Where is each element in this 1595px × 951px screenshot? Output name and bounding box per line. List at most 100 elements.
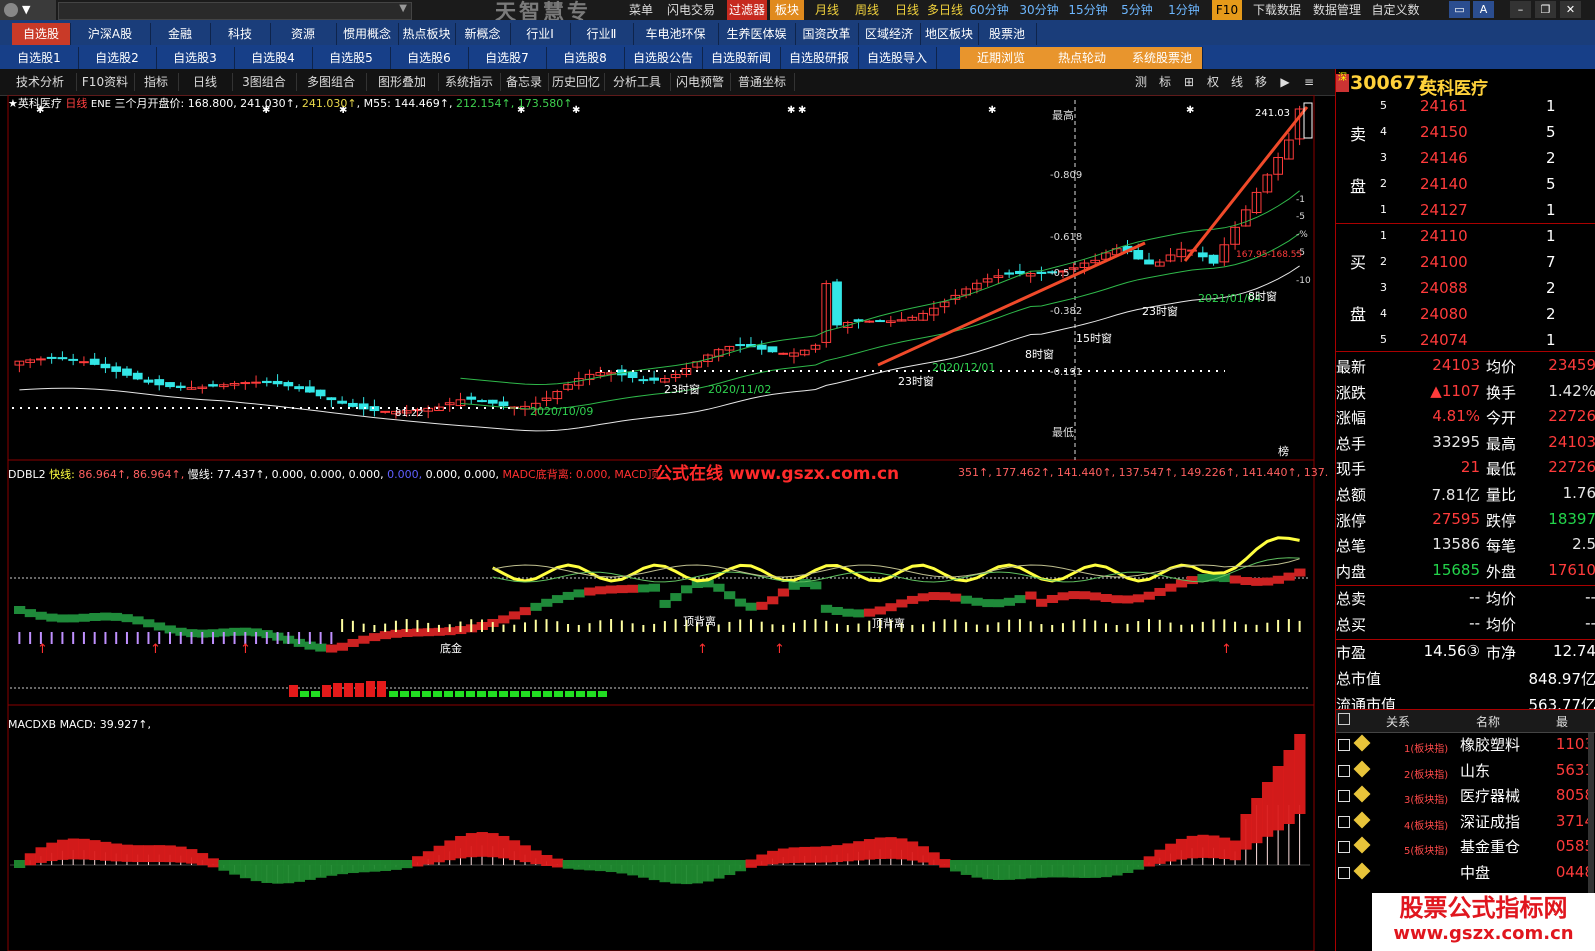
toolbar-item-10[interactable]: 分析工具 [604, 73, 671, 91]
menu-1[interactable]: 闪电交易 [667, 0, 715, 20]
nav-tab-3[interactable]: 科技 [210, 23, 271, 45]
nav-tab-4[interactable]: 资源 [270, 23, 337, 45]
row-checkbox[interactable] [1338, 867, 1350, 879]
menu-5[interactable]: 周线 [850, 0, 884, 20]
menu-13[interactable]: F10 [1212, 0, 1242, 20]
menu-7[interactable]: 多日线 [925, 0, 965, 20]
toolbar-right-2[interactable]: ⊞ [1178, 73, 1200, 91]
minimize-icon[interactable]: ▭ [1449, 1, 1470, 18]
related-row[interactable]: 5(板块指) 基金重仓 0585 [1336, 835, 1595, 860]
watchlist-tab-6[interactable]: 自选股7 [468, 47, 547, 69]
toolbar-item-5[interactable]: 多图组合 [296, 73, 367, 91]
toolbar-item-2[interactable]: 指标 [134, 73, 179, 91]
toolbar-item-9[interactable]: 历史回忆 [548, 73, 605, 91]
toolbar-item-12[interactable]: 普通坐标 [730, 73, 795, 91]
close-window-button[interactable]: ✕ [1560, 1, 1581, 18]
stat-key: 涨跌 [1336, 383, 1367, 402]
nav-tab-5[interactable]: 惯用概念 [336, 23, 399, 45]
watchlist-tab-5[interactable]: 自选股6 [390, 47, 469, 69]
watchlist-tab-2[interactable]: 自选股3 [156, 47, 235, 69]
toolbar-right-4[interactable]: 线 [1226, 73, 1248, 91]
chart-area[interactable]: ↑ ↑ ↑ ↑ ↑ ↑底金顶背离 顶背离 ✱ ✱ ✱ ✱ ✱ ✱ ✱ ✱ ✱ 241.0381.22最高最低-… [0, 95, 1335, 951]
minimize-window-button[interactable]: – [1510, 1, 1531, 18]
related-row[interactable]: 中盘 0448 [1336, 861, 1595, 886]
watchlist-tab-7[interactable]: 自选股8 [546, 47, 625, 69]
watchlist-tab-10[interactable]: 自选股研报 [780, 47, 859, 69]
nav-tab-8[interactable]: 行业Ⅰ [510, 23, 571, 45]
nav-tab-14[interactable]: 地区板块 [920, 23, 979, 45]
macd-ribbon-green [379, 860, 392, 872]
toolbar-right-3[interactable]: 权 [1202, 73, 1224, 91]
menu-0[interactable]: 菜单 [626, 0, 656, 20]
menu-4[interactable]: 月线 [810, 0, 844, 20]
nav-tab-10[interactable]: 车电池环保 [633, 23, 719, 45]
watchlist-tab-13[interactable]: 热点轮动 [1042, 47, 1123, 69]
row-checkbox[interactable] [1338, 739, 1350, 751]
related-col-2[interactable]: 最 [1556, 713, 1568, 730]
ddbl-ribbon-green [745, 602, 757, 611]
select-all-checkbox[interactable] [1338, 713, 1350, 725]
menu-14[interactable]: 下载数据 [1250, 0, 1304, 20]
menu-10[interactable]: 15分钟 [1066, 0, 1110, 20]
watchlist-tab-3[interactable]: 自选股4 [234, 47, 313, 69]
related-col-1[interactable]: 名称 [1476, 713, 1500, 730]
watchlist-tab-8[interactable]: 自选股公告 [624, 47, 703, 69]
related-row[interactable]: 4(板块指) 深证成指 3714 [1336, 810, 1595, 835]
row-checkbox[interactable] [1338, 790, 1350, 803]
nav-tab-6[interactable]: 热点板块 [398, 23, 456, 45]
toolbar-right-5[interactable]: 移 [1250, 73, 1272, 91]
related-row[interactable]: 3(板块指) 医疗器械 8058 [1336, 784, 1595, 809]
nav-tab-12[interactable]: 国资改革 [795, 23, 859, 45]
watchlist-tab-1[interactable]: 自选股2 [78, 47, 157, 69]
nav-tab-13[interactable]: 区域经济 [858, 23, 921, 45]
toolbar-item-3[interactable]: 日线 [178, 73, 233, 91]
related-row[interactable]: 1(板块指) 橡胶塑料 1103 [1336, 733, 1595, 758]
signal-block-green [488, 691, 497, 697]
row-checkbox[interactable] [1338, 815, 1350, 828]
row-checkbox[interactable] [1338, 764, 1350, 777]
nav-tab-7[interactable]: 新概念 [455, 23, 511, 45]
menu-11[interactable]: 5分钟 [1117, 0, 1157, 20]
toolbar-item-7[interactable]: 系统指示 [438, 73, 501, 91]
related-name: 橡胶塑料 [1460, 736, 1521, 754]
system-menu-button[interactable]: ▼ [0, 0, 56, 20]
menu-3[interactable]: 板块 [770, 0, 804, 20]
row-checkbox[interactable] [1338, 841, 1350, 854]
nav-tab-2[interactable]: 金融 [150, 23, 211, 45]
toolbar-right-7[interactable]: ≡ [1298, 73, 1320, 91]
bottom-word: 最低 [1052, 426, 1074, 439]
related-row[interactable]: 2(板块指) 山东 5631 [1336, 759, 1595, 784]
menu-12[interactable]: 1分钟 [1164, 0, 1204, 20]
toolbar-right-0[interactable]: 测 [1130, 73, 1152, 91]
related-col-0[interactable]: 关系 [1386, 713, 1410, 730]
nav-tab-15[interactable]: 股票池 [978, 23, 1037, 45]
menu-15[interactable]: 数据管理 [1310, 0, 1364, 20]
menu-16[interactable]: 自定义数据 [1368, 0, 1423, 37]
menu-9[interactable]: 30分钟 [1017, 0, 1061, 20]
toolbar-right-6[interactable]: ▶ [1274, 73, 1296, 91]
toolbar-item-4[interactable]: 3图组合 [232, 73, 297, 91]
toolbar-item-0[interactable]: 技术分析 [4, 73, 77, 91]
candle-body [1133, 250, 1144, 260]
menu-2[interactable]: 过滤器 [727, 0, 767, 20]
toolbar-right-1[interactable]: 标 [1154, 73, 1176, 91]
toolbar-item-6[interactable]: 图形叠加 [366, 73, 439, 91]
watchlist-tab-0[interactable]: 自选股1 [0, 47, 79, 69]
watchlist-tab-4[interactable]: 自选股5 [312, 47, 391, 69]
toolbar-item-11[interactable]: 闪电预警 [670, 73, 731, 91]
nav-tab-9[interactable]: 行业Ⅱ [570, 23, 634, 45]
toolbar-item-8[interactable]: 备忘录 [500, 73, 549, 91]
menu-8[interactable]: 60分钟 [968, 0, 1010, 20]
watchlist-tab-14[interactable]: 系统股票池 [1122, 47, 1203, 69]
nav-tab-1[interactable]: 沪深A股 [70, 23, 151, 45]
menu-6[interactable]: 日线 [890, 0, 924, 20]
toolbar-dropdown[interactable]: ▼ [58, 2, 412, 20]
nav-tab-0[interactable]: 自选股 [12, 23, 71, 45]
nav-tab-11[interactable]: 生养医体娱 [718, 23, 796, 45]
watchlist-tab-9[interactable]: 自选股新闻 [702, 47, 781, 69]
restore-window-button[interactable]: ❐ [1535, 1, 1556, 18]
watchlist-tab-11[interactable]: 自选股导入 [858, 47, 937, 69]
toolbar-item-1[interactable]: F10资料 [76, 73, 135, 91]
watchlist-tab-12[interactable]: 近期浏览 [960, 47, 1043, 69]
font-icon[interactable]: A [1473, 1, 1494, 18]
